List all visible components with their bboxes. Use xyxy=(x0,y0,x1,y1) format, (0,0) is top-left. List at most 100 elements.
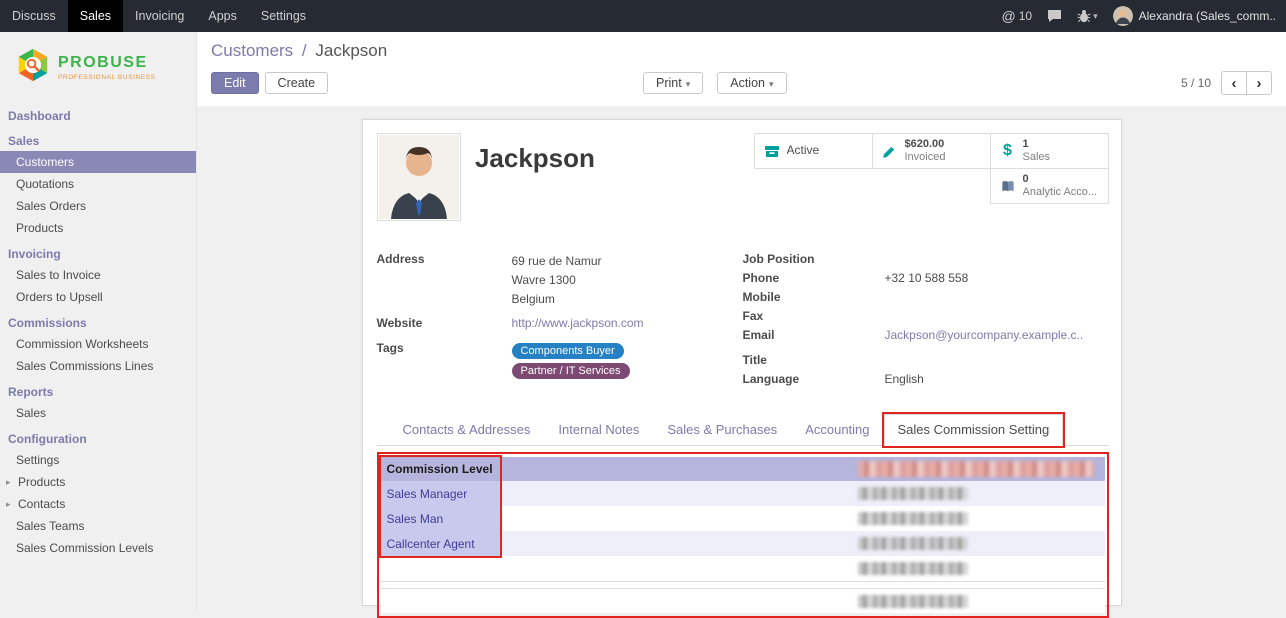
sidebar-item-products[interactable]: Products xyxy=(0,217,196,239)
customer-photo[interactable] xyxy=(377,133,461,221)
sidebar-item-sales-commissions-lines[interactable]: Sales Commissions Lines xyxy=(0,355,196,377)
dollar-icon: $ xyxy=(998,142,1018,160)
sidebar-item-sales-orders[interactable]: Sales Orders xyxy=(0,195,196,217)
tab-sales-commission-setting[interactable]: Sales Commission Setting xyxy=(884,414,1064,446)
tab-sales-purchases[interactable]: Sales & Purchases xyxy=(653,414,791,446)
sidebar-item-reports-sales[interactable]: Sales xyxy=(0,402,196,424)
chevron-down-icon: ▾ xyxy=(686,79,691,89)
sidebar-item-sales-to-invoice[interactable]: Sales to Invoice xyxy=(0,264,196,286)
website-link[interactable]: http://www.jackpson.com xyxy=(512,316,644,330)
sidebar-section-configuration[interactable]: Configuration xyxy=(0,424,196,449)
sidebar-item-settings[interactable]: Settings xyxy=(0,449,196,471)
action-dropdown-button[interactable]: Action ▾ xyxy=(717,72,786,94)
column-header-commission-level: Commission Level xyxy=(381,457,500,481)
sidebar-item-config-products[interactable]: ▸ Products xyxy=(0,471,196,493)
top-menu-settings[interactable]: Settings xyxy=(249,0,318,32)
sidebar-item-quotations[interactable]: Quotations xyxy=(0,173,196,195)
phone-value: +32 10 588 558 xyxy=(885,271,969,285)
table-row[interactable]: Sales Man xyxy=(381,506,1105,531)
commission-level-cell[interactable]: Sales Man xyxy=(381,506,500,531)
top-menu-invoicing[interactable]: Invoicing xyxy=(123,0,196,32)
sidebar-item-sales-commission-levels[interactable]: Sales Commission Levels xyxy=(0,537,196,559)
top-menu-discuss[interactable]: Discuss xyxy=(0,0,68,32)
active-stat-button[interactable]: Active xyxy=(754,133,873,169)
table-row-empty[interactable] xyxy=(381,556,1105,581)
breadcrumb-current: Jackpson xyxy=(315,41,387,60)
stat-value: 0 xyxy=(1023,173,1098,186)
top-menu-apps[interactable]: Apps xyxy=(196,0,249,32)
record-title: Jackpson xyxy=(475,143,595,174)
commission-level-cell[interactable]: Callcenter Agent xyxy=(381,531,500,556)
user-menu[interactable]: Alexandra (Sales_comm.. xyxy=(1113,6,1276,26)
annotation-box-table: Commission Level Sales Manager Sales Man xyxy=(377,452,1109,618)
tab-contacts-addresses[interactable]: Contacts & Addresses xyxy=(389,414,545,446)
commission-level-cell[interactable]: Sales Manager xyxy=(381,481,500,506)
tag-components-buyer[interactable]: Components Buyer xyxy=(512,343,624,359)
tab-internal-notes[interactable]: Internal Notes xyxy=(544,414,653,446)
sidebar-section-reports[interactable]: Reports xyxy=(0,377,196,402)
brand-tagline: PROFESSIONAL BUSINESS xyxy=(58,74,156,81)
form-sheet: Jackpson xyxy=(362,119,1122,606)
address-label: Address xyxy=(377,252,512,266)
tags-label: Tags xyxy=(377,341,512,355)
chevron-down-icon: ▾ xyxy=(769,79,774,89)
email-link[interactable]: Jackpson@yourcompany.example.c.. xyxy=(885,328,1084,342)
sales-stat-button[interactable]: $ 1 Sales xyxy=(990,133,1109,169)
archive-icon xyxy=(762,143,782,159)
debug-bug-icon[interactable]: ▾ xyxy=(1077,9,1098,23)
stat-value: $620.00 xyxy=(905,138,946,151)
messages-icon[interactable] xyxy=(1047,9,1062,23)
next-record-button[interactable]: › xyxy=(1246,71,1272,95)
table-header-row: Commission Level xyxy=(381,457,1105,481)
table-row[interactable]: Callcenter Agent xyxy=(381,531,1105,556)
sidebar-section-sales[interactable]: Sales xyxy=(0,126,196,151)
sidebar-item-commission-worksheets[interactable]: Commission Worksheets xyxy=(0,333,196,355)
redacted-total-value xyxy=(858,595,968,608)
title-label: Title xyxy=(743,353,885,367)
book-icon xyxy=(998,179,1018,194)
analytic-accounts-stat-button[interactable]: 0 Analytic Acco... xyxy=(990,168,1109,204)
sidebar-item-label: Products xyxy=(18,475,65,489)
sidebar-item-config-contacts[interactable]: ▸ Contacts xyxy=(0,493,196,515)
website-label: Website xyxy=(377,316,512,330)
previous-record-button[interactable]: ‹ xyxy=(1221,71,1247,95)
notebook-tabs: Contacts & Addresses Internal Notes Sale… xyxy=(377,414,1109,446)
email-label: Email xyxy=(743,328,885,342)
table-row[interactable]: Sales Manager xyxy=(381,481,1105,506)
tags-value: Components Buyer Partner / IT Services xyxy=(512,341,634,383)
language-label: Language xyxy=(743,372,885,386)
sidebar-section-invoicing[interactable]: Invoicing xyxy=(0,239,196,264)
top-bar: Discuss Sales Invoicing Apps Settings @ … xyxy=(0,0,1286,32)
breadcrumb: Customers / Jackpson xyxy=(211,41,1272,61)
chevron-right-icon: ▸ xyxy=(6,499,14,510)
create-button[interactable]: Create xyxy=(265,72,329,94)
edit-button[interactable]: Edit xyxy=(211,72,259,94)
invoiced-stat-button[interactable]: $620.00 Invoiced xyxy=(872,133,991,169)
control-panel: Customers / Jackpson Edit Create Print▾ … xyxy=(197,32,1286,106)
user-avatar xyxy=(1113,6,1133,26)
tab-accounting[interactable]: Accounting xyxy=(791,414,883,446)
sidebar-item-orders-to-upsell[interactable]: Orders to Upsell xyxy=(0,286,196,308)
top-menu-sales[interactable]: Sales xyxy=(68,0,123,32)
tag-partner-it-services[interactable]: Partner / IT Services xyxy=(512,363,630,379)
stat-label: Sales xyxy=(1023,151,1051,164)
at-icon: @ xyxy=(1002,8,1016,24)
brand-name: PROBUSE xyxy=(58,54,156,72)
mobile-label: Mobile xyxy=(743,290,885,304)
sidebar-section-dashboard[interactable]: Dashboard xyxy=(0,101,196,126)
print-dropdown-button[interactable]: Print▾ xyxy=(643,72,703,94)
sidebar-item-label: Contacts xyxy=(18,497,65,511)
address-line: 69 rue de Namur xyxy=(512,252,602,271)
sidebar-item-customers[interactable]: Customers xyxy=(0,151,196,173)
mention-counter[interactable]: @ 10 xyxy=(1002,8,1033,24)
brand-logo[interactable]: PROBUSE PROFESSIONAL BUSINESS xyxy=(0,32,196,101)
sidebar-section-commissions[interactable]: Commissions xyxy=(0,308,196,333)
address-line: Belgium xyxy=(512,290,602,309)
language-value: English xyxy=(885,372,924,386)
action-label: Action xyxy=(730,76,765,90)
content-area: Jackpson xyxy=(197,106,1286,613)
stat-value: 1 xyxy=(1023,138,1051,151)
breadcrumb-customers[interactable]: Customers xyxy=(211,41,293,60)
pager-count: 5 / 10 xyxy=(1181,76,1211,90)
sidebar-item-sales-teams[interactable]: Sales Teams xyxy=(0,515,196,537)
